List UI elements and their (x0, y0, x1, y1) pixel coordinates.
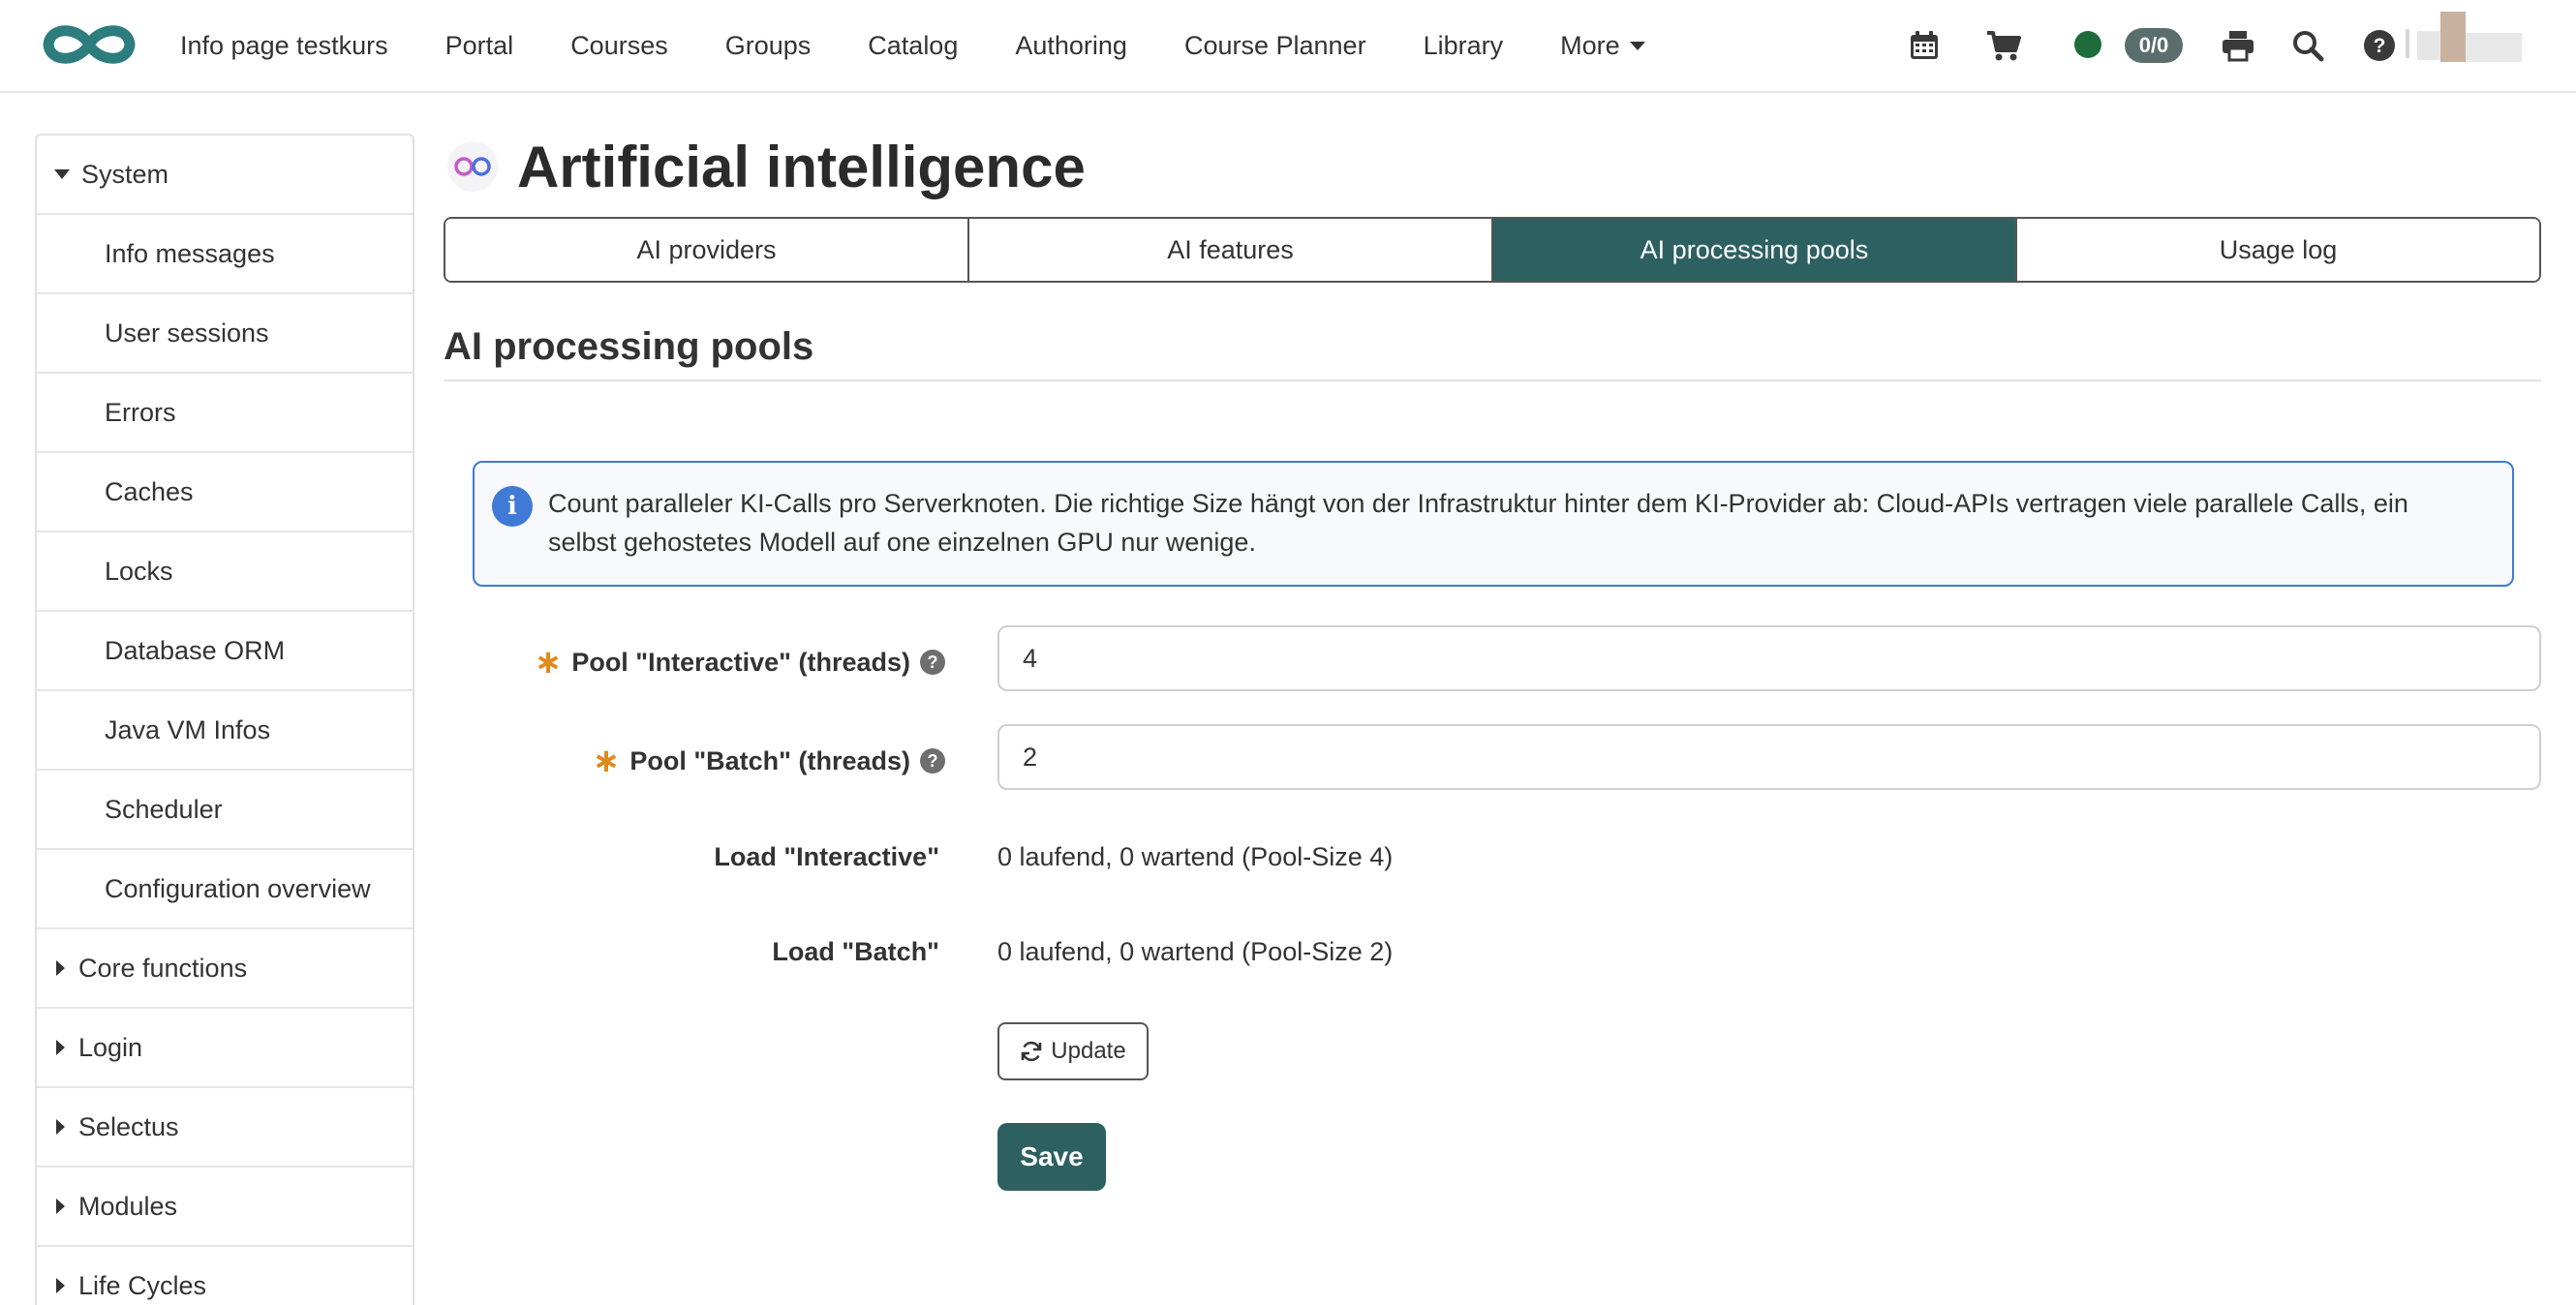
logo-infinity-icon[interactable] (37, 17, 141, 72)
caret-right-icon (56, 1040, 65, 1055)
save-button[interactable]: Save (997, 1123, 1106, 1191)
cart-icon[interactable] (1983, 25, 2024, 66)
nav-item-portal[interactable]: Portal (445, 31, 514, 61)
nav-item-library[interactable]: Library (1424, 31, 1504, 61)
help-icon[interactable]: ? (920, 650, 945, 675)
sidebar-item-java-vm-infos[interactable]: Java VM Infos (37, 691, 413, 771)
info-text: Count paralleler KI-Calls pro Serverknot… (548, 489, 2408, 557)
info-icon: i (492, 486, 533, 527)
sidebar-item-label: System (81, 159, 169, 189)
sidebar-item-user-sessions[interactable]: User sessions (37, 294, 413, 374)
divider (444, 379, 2541, 381)
nav-item-catalog[interactable]: Catalog (868, 31, 958, 61)
sidebar-item-life-cycles[interactable]: Life Cycles (37, 1247, 413, 1305)
help-icon[interactable]: ? (920, 748, 945, 774)
tab-ai-providers[interactable]: AI providers (445, 219, 969, 281)
nav-item-groups[interactable]: Groups (725, 31, 812, 61)
caret-right-icon (56, 960, 65, 976)
nav-item-courses[interactable]: Courses (570, 31, 668, 61)
update-button[interactable]: Update (997, 1022, 1149, 1080)
sidebar-item-core-functions[interactable]: Core functions (37, 929, 413, 1009)
tab-ai-features[interactable]: AI features (969, 219, 1493, 281)
caret-down-icon (54, 169, 70, 179)
printer-icon[interactable] (2218, 25, 2258, 66)
page-header: Artificial intelligence (445, 132, 1086, 201)
load-interactive-label: Load "Interactive" (714, 842, 939, 871)
nav-item-info-page-testkurs[interactable]: Info page testkurs (180, 31, 388, 61)
main-nav: Info page testkurs Portal Courses Groups Cat… (180, 0, 1702, 91)
info-alert: i Count paralleler KI-Calls pro Serverkn… (473, 461, 2514, 587)
avatar[interactable] (2406, 12, 2526, 62)
sidebar-item-errors[interactable]: Errors (37, 374, 413, 453)
pool-batch-input[interactable] (997, 724, 2541, 790)
section-title: AI processing pools (444, 325, 814, 368)
load-batch-value: 0 laufend, 0 wartend (Pool-Size 2) (997, 937, 1394, 966)
sidebar-item-database-orm[interactable]: Database ORM (37, 612, 413, 691)
ai-logo-icon (447, 141, 498, 192)
pool-interactive-label: ∗ Pool "Interactive" (threads) ? (535, 643, 945, 682)
tab-bar: AI providers AI features AI processing poo… (444, 217, 2541, 283)
refresh-icon (1021, 1041, 1042, 1062)
nav-item-more[interactable]: More (1560, 31, 1645, 61)
pool-interactive-input[interactable] (997, 625, 2541, 691)
sidebar-item-locks[interactable]: Locks (37, 532, 413, 612)
load-interactive-value: 0 laufend, 0 wartend (Pool-Size 4) (997, 842, 1394, 871)
required-icon: ∗ (534, 644, 563, 681)
sidebar-item-info-messages[interactable]: Info messages (37, 215, 413, 294)
tab-ai-processing-pools[interactable]: AI processing pools (1493, 219, 2017, 281)
sidebar-item-configuration-overview[interactable]: Configuration overview (37, 850, 413, 929)
caret-right-icon (56, 1119, 65, 1135)
page-title: Artificial intelligence (517, 134, 1086, 199)
search-icon[interactable] (2287, 25, 2328, 66)
caret-right-icon (56, 1278, 65, 1293)
required-icon: ∗ (592, 743, 621, 779)
nav-item-authoring[interactable]: Authoring (1015, 31, 1127, 61)
nav-item-course-planner[interactable]: Course Planner (1184, 31, 1366, 61)
top-navbar: Info page testkurs Portal Courses Groups Cat… (0, 0, 2576, 93)
tab-usage-log[interactable]: Usage log (2017, 219, 2539, 281)
caret-down-icon (1629, 41, 1645, 50)
caret-right-icon (56, 1199, 65, 1214)
status-indicator[interactable] (2074, 31, 2101, 58)
load-batch-label: Load "Batch" (772, 937, 939, 966)
sidebar-item-modules[interactable]: Modules (37, 1168, 413, 1247)
pool-batch-label: ∗ Pool "Batch" (threads) ? (593, 742, 945, 780)
sidebar-item-system[interactable]: System (37, 136, 413, 215)
calendar-icon[interactable] (1904, 25, 1945, 66)
admin-sidebar: System Info messages User sessions Errors C… (35, 134, 414, 1305)
help-icon[interactable]: ? (2359, 25, 2400, 66)
sidebar-item-selectus[interactable]: Selectus (37, 1088, 413, 1168)
sidebar-item-caches[interactable]: Caches (37, 453, 413, 532)
sidebar-item-scheduler[interactable]: Scheduler (37, 771, 413, 850)
svg-text:?: ? (2374, 35, 2386, 57)
count-badge[interactable]: 0/0 (2125, 28, 2183, 63)
sidebar-item-login[interactable]: Login (37, 1009, 413, 1088)
